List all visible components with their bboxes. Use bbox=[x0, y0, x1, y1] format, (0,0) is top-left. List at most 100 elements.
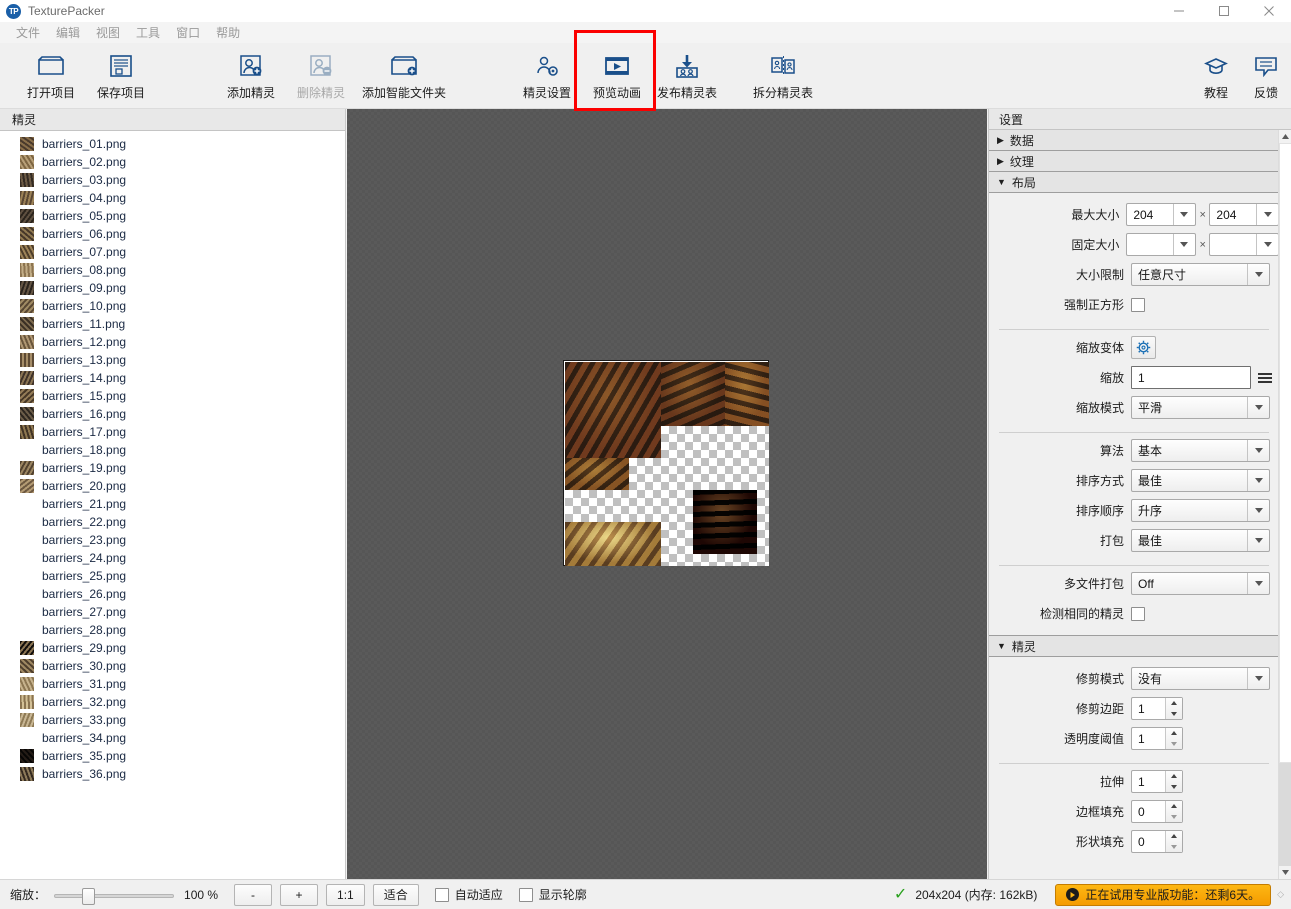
sprite-list-item[interactable]: barriers_09.png bbox=[0, 279, 345, 297]
sprite-settings-button[interactable]: 精灵设置 bbox=[512, 43, 582, 105]
trial-banner[interactable]: 正在试用专业版功能：还剩6天。 bbox=[1055, 883, 1272, 906]
zoom-out-button[interactable]: - bbox=[234, 883, 273, 906]
section-header-sprite[interactable]: ▼ 精灵 bbox=[989, 635, 1279, 657]
sprite-list-item[interactable]: barriers_14.png bbox=[0, 369, 345, 387]
sprite-list-item[interactable]: barriers_12.png bbox=[0, 333, 345, 351]
sprite-list-item[interactable]: barriers_30.png bbox=[0, 657, 345, 675]
spinner-buttons[interactable] bbox=[1165, 831, 1182, 852]
sprite-sheet-frame[interactable] bbox=[563, 360, 769, 566]
detect-identical-checkbox[interactable] bbox=[1131, 606, 1145, 621]
zoom-reset-button[interactable]: 1:1 bbox=[326, 883, 365, 906]
scale-input[interactable]: 1 bbox=[1131, 366, 1251, 389]
algorithm-combo[interactable]: 基本 bbox=[1131, 439, 1270, 462]
sprite-list-item[interactable]: barriers_18.png bbox=[0, 441, 345, 459]
shape-padding-spinner[interactable]: 0 bbox=[1131, 830, 1183, 853]
sprite-list-item[interactable]: barriers_26.png bbox=[0, 585, 345, 603]
section-header-data[interactable]: ▶ 数据 bbox=[989, 130, 1279, 151]
sprite-list-item[interactable]: barriers_08.png bbox=[0, 261, 345, 279]
show-outlines-check[interactable]: 显示轮廓 bbox=[518, 886, 587, 903]
sprite-list-item[interactable]: barriers_17.png bbox=[0, 423, 345, 441]
tutorial-button[interactable]: 教程 bbox=[1191, 43, 1241, 105]
remove-sprite-button[interactable]: 删除精灵 bbox=[286, 43, 356, 105]
spinner-down-icon[interactable] bbox=[1166, 842, 1182, 853]
add-smart-folder-button[interactable]: 添加智能文件夹 bbox=[356, 43, 452, 105]
menu-file[interactable]: 文件 bbox=[8, 23, 48, 43]
menu-tools[interactable]: 工具 bbox=[128, 23, 168, 43]
trim-margin-spinner[interactable]: 1 bbox=[1131, 697, 1183, 720]
feedback-button[interactable]: 反馈 bbox=[1241, 43, 1291, 105]
menu-view[interactable]: 视图 bbox=[88, 23, 128, 43]
sprite-list-item[interactable]: barriers_16.png bbox=[0, 405, 345, 423]
multipack-combo[interactable]: Off bbox=[1131, 572, 1270, 595]
sort-by-combo[interactable]: 最佳 bbox=[1131, 469, 1270, 492]
spinner-down-icon[interactable] bbox=[1166, 812, 1182, 823]
spinner-buttons[interactable] bbox=[1165, 771, 1182, 792]
sprite-list-item[interactable]: barriers_02.png bbox=[0, 153, 345, 171]
sprite-list-item[interactable]: barriers_33.png bbox=[0, 711, 345, 729]
pack-combo[interactable]: 最佳 bbox=[1131, 529, 1270, 552]
section-header-texture[interactable]: ▶ 纹理 bbox=[989, 150, 1279, 172]
sprite-list-item[interactable]: barriers_27.png bbox=[0, 603, 345, 621]
spinner-buttons[interactable] bbox=[1165, 728, 1182, 749]
menu-edit[interactable]: 编辑 bbox=[48, 23, 88, 43]
scrollbar-track[interactable] bbox=[1279, 763, 1291, 866]
alpha-threshold-spinner[interactable]: 1 bbox=[1131, 727, 1183, 750]
minimize-button[interactable] bbox=[1156, 0, 1201, 22]
sprite-list-item[interactable]: barriers_23.png bbox=[0, 531, 345, 549]
max-size-height-combo[interactable]: 204 bbox=[1209, 203, 1279, 226]
sprite-list-item[interactable]: barriers_06.png bbox=[0, 225, 345, 243]
sprite-sheet-canvas[interactable] bbox=[347, 109, 987, 879]
sprite-list-item[interactable]: barriers_04.png bbox=[0, 189, 345, 207]
fixed-size-width-combo[interactable] bbox=[1126, 233, 1196, 256]
sprite-list-item[interactable]: barriers_20.png bbox=[0, 477, 345, 495]
scroll-down-icon[interactable] bbox=[1279, 866, 1291, 879]
zoom-in-button[interactable]: + bbox=[280, 883, 319, 906]
maximize-button[interactable] bbox=[1201, 0, 1246, 22]
sprite-list-item[interactable]: barriers_35.png bbox=[0, 747, 345, 765]
spinner-down-icon[interactable] bbox=[1166, 782, 1182, 793]
size-constraints-combo[interactable]: 任意尺寸 bbox=[1131, 263, 1270, 286]
scrollbar-thumb[interactable] bbox=[1279, 143, 1291, 763]
spinner-up-icon[interactable] bbox=[1166, 831, 1182, 842]
sprite-list-item[interactable]: barriers_32.png bbox=[0, 693, 345, 711]
sprite-list[interactable]: barriers_01.png barriers_02.png barriers_0… bbox=[0, 131, 345, 879]
spinner-up-icon[interactable] bbox=[1166, 771, 1182, 782]
sprite-list-item[interactable]: barriers_03.png bbox=[0, 171, 345, 189]
menu-help[interactable]: 帮助 bbox=[208, 23, 248, 43]
publish-sprite-sheet-button[interactable]: 发布精灵表 bbox=[652, 43, 722, 105]
auto-fit-checkbox[interactable] bbox=[434, 887, 449, 902]
close-button[interactable] bbox=[1246, 0, 1291, 22]
zoom-slider[interactable] bbox=[54, 885, 175, 905]
sprite-list-item[interactable]: barriers_10.png bbox=[0, 297, 345, 315]
scale-mode-combo[interactable]: 平滑 bbox=[1131, 396, 1270, 419]
sprite-list-item[interactable]: barriers_28.png bbox=[0, 621, 345, 639]
spinner-up-icon[interactable] bbox=[1166, 801, 1182, 812]
trim-mode-combo[interactable]: 没有 bbox=[1131, 667, 1270, 690]
scroll-up-icon[interactable] bbox=[1279, 130, 1291, 143]
border-padding-spinner[interactable]: 0 bbox=[1131, 800, 1183, 823]
spinner-down-icon[interactable] bbox=[1166, 709, 1182, 720]
scale-menu-icon[interactable] bbox=[1258, 372, 1272, 383]
menu-window[interactable]: 窗口 bbox=[168, 23, 208, 43]
open-project-button[interactable]: 打开项目 bbox=[16, 43, 86, 105]
preview-animation-button[interactable]: 预览动画 bbox=[582, 43, 652, 105]
sprite-list-item[interactable]: barriers_24.png bbox=[0, 549, 345, 567]
section-header-layout[interactable]: ▼ 布局 bbox=[989, 171, 1279, 193]
sprite-list-item[interactable]: barriers_22.png bbox=[0, 513, 345, 531]
sprite-list-item[interactable]: barriers_05.png bbox=[0, 207, 345, 225]
sprite-list-item[interactable]: barriers_15.png bbox=[0, 387, 345, 405]
add-sprite-button[interactable]: 添加精灵 bbox=[216, 43, 286, 105]
zoom-slider-knob[interactable] bbox=[82, 887, 96, 905]
resize-grip-icon[interactable]: ◇ bbox=[1277, 889, 1284, 900]
spinner-buttons[interactable] bbox=[1165, 801, 1182, 822]
save-project-button[interactable]: 保存项目 bbox=[86, 43, 156, 105]
spinner-up-icon[interactable] bbox=[1166, 728, 1182, 739]
sprite-list-item[interactable]: barriers_36.png bbox=[0, 765, 345, 783]
fixed-size-height-combo[interactable] bbox=[1209, 233, 1279, 256]
zoom-fit-button[interactable]: 适合 bbox=[372, 883, 419, 906]
sprite-list-item[interactable]: barriers_34.png bbox=[0, 729, 345, 747]
sprite-list-item[interactable]: barriers_13.png bbox=[0, 351, 345, 369]
max-size-width-combo[interactable]: 204 bbox=[1126, 203, 1196, 226]
zoom-slider-track[interactable] bbox=[54, 893, 175, 898]
sprite-list-item[interactable]: barriers_11.png bbox=[0, 315, 345, 333]
